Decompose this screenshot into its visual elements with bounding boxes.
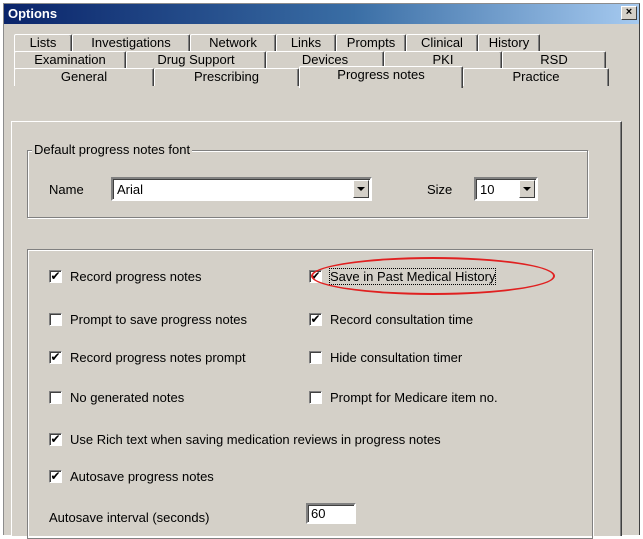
tab-links[interactable]: Links [276,34,336,52]
tab-practice[interactable]: Practice [463,68,609,86]
checkbox-box[interactable]: ✔ [309,270,322,283]
checkbox-box[interactable] [49,391,62,404]
autosave-interval-value: 60 [311,506,326,521]
checkbox-label: Prompt to save progress notes [70,312,248,327]
tab-lists[interactable]: Lists [14,34,72,52]
font-name-select[interactable]: Arial [111,177,372,201]
checkbox-box[interactable]: ✔ [309,313,322,326]
checkbox-box[interactable]: ✔ [49,270,62,283]
checkbox-box[interactable]: ✔ [49,470,62,483]
font-name-value: Arial [117,182,144,197]
title-bar[interactable]: Options × [4,4,639,24]
checkbox-label: Record consultation time [330,312,474,327]
tab-investigations[interactable]: Investigations [72,34,190,52]
tab-clinical[interactable]: Clinical [406,34,478,52]
checkbox-box[interactable] [309,391,322,404]
tab-rsd[interactable]: RSD [502,51,606,69]
tab-network[interactable]: Network [190,34,276,52]
checkbox-label: Hide consultation timer [330,350,463,365]
tab-prescribing[interactable]: Prescribing [154,68,299,86]
checkbox-box[interactable] [309,351,322,364]
checkbox-box[interactable] [49,313,62,326]
progress-notes-panel: Default progress notes font Name Arial S… [11,121,622,539]
checkbox-label: No generated notes [70,390,185,405]
checkbox-label: Record progress notes [70,269,202,284]
chevron-down-icon[interactable] [353,180,369,198]
font-group-legend: Default progress notes font [32,142,193,157]
font-name-label: Name [49,182,84,197]
tab-progress-notes[interactable]: Progress notes [299,66,463,88]
checkbox-label: Autosave progress notes [70,469,214,484]
tab-general[interactable]: General [14,68,154,86]
window-title: Options [8,6,58,21]
tab-prompts[interactable]: Prompts [336,34,406,52]
chevron-down-icon[interactable] [519,180,535,198]
tab-history[interactable]: History [478,34,540,52]
checkbox-label: Use Rich text when saving medication rev… [70,432,441,447]
checkbox-label: Save in Past Medical History [328,268,497,285]
autosave-interval-input[interactable]: 60 [306,503,356,524]
checkbox-box[interactable]: ✔ [49,351,62,364]
font-size-label: Size [427,182,453,197]
tab-examination[interactable]: Examination [14,51,126,69]
checkbox-label: Record progress notes prompt [70,350,246,365]
checkbox-box[interactable]: ✔ [49,433,62,446]
checkbox-label: Prompt for Medicare item no. [330,390,498,405]
options-dialog: Options × Lists Investigations Network L… [3,3,640,539]
close-icon[interactable]: × [621,6,637,20]
font-size-value: 10 [480,182,495,197]
autosave-interval-label: Autosave interval (seconds) [49,510,210,525]
tab-drug-support[interactable]: Drug Support [126,51,266,69]
font-size-select[interactable]: 10 [474,177,538,201]
